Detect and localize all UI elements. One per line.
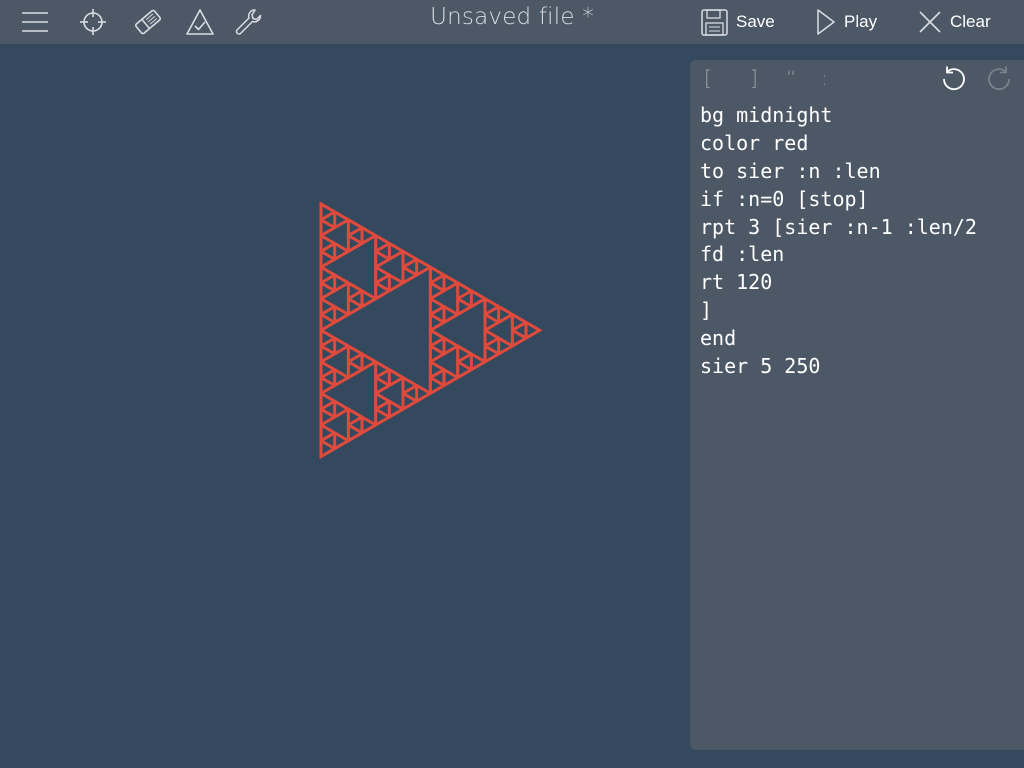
turtle-triangle-icon[interactable] [178,0,222,44]
play-button[interactable]: Play [816,0,877,44]
code-line: sier 5 250 [700,354,821,379]
menu-icon[interactable] [13,0,57,44]
code-text-area[interactable]: bg midnight color red to sier :n :len if :n… [700,102,1020,381]
top-bar: Unsaved file * Save Play Clear [0,0,1024,44]
code-line: rpt 3 [sier :n-1 :len/2 [700,214,977,239]
insert-colon-button[interactable]: : [821,66,828,90]
insert-quote-button[interactable]: “ [786,66,796,90]
code-line: ] [700,298,713,323]
insert-open-bracket-button[interactable]: [ [704,66,712,90]
save-icon [701,8,728,36]
sierpinski-triangle [319,201,543,460]
code-line: end [700,326,737,351]
code-line: color red [700,130,809,155]
eraser-icon[interactable] [126,0,170,44]
app-window: Unsaved file * Save Play Clear [] “: b… [0,0,1024,768]
code-line: rt 120 [700,270,773,295]
code-editor-panel: [ ] “ : bg midnight color red to sier :n :… [690,60,1024,750]
code-line: fd :len [700,242,785,267]
file-title: Unsaved file * [430,4,594,30]
play-label: Play [844,12,878,31]
redo-icon[interactable] [985,65,1013,93]
editor-toolbar: [ ] “ : [690,60,1024,98]
close-icon [919,11,941,33]
code-line: bg midnight [700,103,833,127]
play-icon [817,9,835,35]
wrench-icon[interactable] [226,0,270,44]
drawing-canvas[interactable] [0,44,690,768]
turtle-drawing [319,201,543,460]
code-line: to sier :n :len [700,158,881,183]
clear-button[interactable]: Clear [918,0,991,44]
code-line: if :n=0 [stop] [700,186,869,211]
clear-label: Clear [950,12,991,31]
crosshair-icon[interactable] [71,0,115,44]
insert-close-bracket-button[interactable]: ] [750,66,758,90]
save-label: Save [736,12,775,31]
undo-icon[interactable] [940,65,968,93]
save-button[interactable]: Save [701,0,775,44]
